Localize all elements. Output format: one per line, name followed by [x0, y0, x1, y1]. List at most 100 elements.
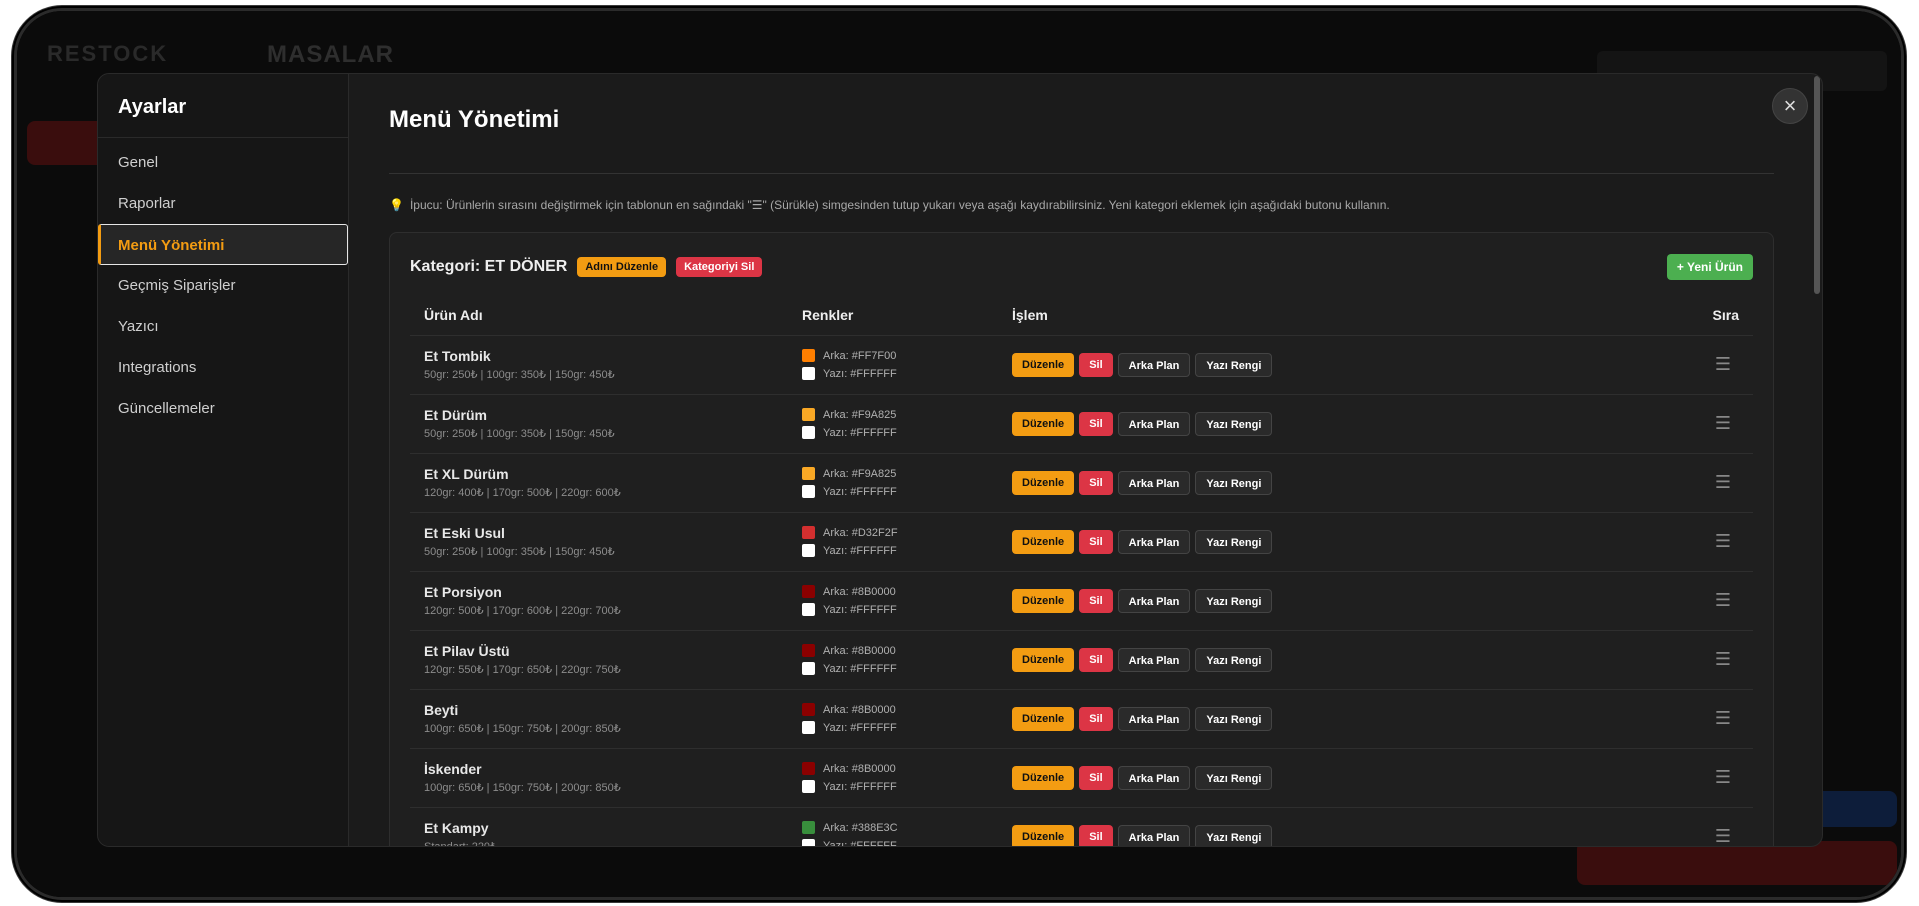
edit-product-button[interactable]: Düzenle — [1012, 706, 1075, 731]
table-row: Beyti 100gr: 650₺ | 150gr: 750₺ | 200gr:… — [410, 689, 1753, 749]
background-color-button[interactable]: Arka Plan — [1117, 352, 1191, 377]
text-color-button[interactable]: Yazı Rengi — [1195, 824, 1273, 846]
background-color-button[interactable]: Arka Plan — [1117, 706, 1191, 731]
text-color-label: Yazı: #FFFFFF — [823, 367, 897, 380]
drag-handle-icon[interactable]: ☰ — [1673, 689, 1753, 749]
text-color-label: Yazı: #FFFFFF — [823, 839, 897, 847]
edit-product-button[interactable]: Düzenle — [1012, 647, 1075, 672]
drag-handle-icon[interactable]: ☰ — [1673, 335, 1753, 395]
text-color-label: Yazı: #FFFFFF — [823, 662, 897, 675]
product-actions-cell: Düzenle Sil Arka Plan Yazı Rengi — [998, 394, 1673, 454]
product-name: Et Dürüm — [424, 407, 487, 423]
product-name: Et Kampy — [424, 820, 489, 836]
text-color-line: Yazı: #FFFFFF — [802, 365, 984, 383]
sidebar-item-5[interactable]: Integrations — [98, 347, 348, 388]
background-color-button[interactable]: Arka Plan — [1117, 765, 1191, 790]
sidebar-item-6[interactable]: Güncellemeler — [98, 388, 348, 429]
delete-category-button[interactable]: Kategoriyi Sil — [676, 257, 763, 277]
sidebar-item-1[interactable]: Raporlar — [98, 183, 348, 224]
delete-product-button[interactable]: Sil — [1079, 647, 1113, 672]
drag-handle-icon[interactable]: ☰ — [1673, 512, 1753, 572]
drag-handle-icon[interactable]: ☰ — [1673, 453, 1753, 513]
text-color-button[interactable]: Yazı Rengi — [1195, 765, 1273, 790]
product-name: Beyti — [424, 702, 459, 718]
products-table: Ürün Adı Renkler İşlem Sıra Et Tombik 50… — [410, 295, 1753, 846]
edit-product-button[interactable]: Düzenle — [1012, 588, 1075, 613]
delete-product-button[interactable]: Sil — [1079, 411, 1113, 436]
column-colors-header: Renkler — [788, 295, 998, 336]
text-color-swatch — [802, 485, 815, 498]
product-prices: Standart: 220₺ — [424, 840, 774, 846]
background-color-button[interactable]: Arka Plan — [1117, 824, 1191, 846]
rename-category-button[interactable]: Adını Düzenle — [577, 257, 667, 277]
bg-color-swatch — [802, 349, 815, 362]
text-color-line: Yazı: #FFFFFF — [802, 601, 984, 619]
text-color-line: Yazı: #FFFFFF — [802, 660, 984, 678]
drag-handle-icon[interactable]: ☰ — [1673, 807, 1753, 846]
edit-product-button[interactable]: Düzenle — [1012, 352, 1075, 377]
bg-color-line: Arka: #8B0000 — [802, 701, 984, 719]
product-prices: 50gr: 250₺ | 100gr: 350₺ | 150gr: 450₺ — [424, 546, 615, 558]
text-color-label: Yazı: #FFFFFF — [823, 426, 897, 439]
drag-handle-icon[interactable]: ☰ — [1673, 571, 1753, 631]
delete-product-button[interactable]: Sil — [1079, 765, 1113, 790]
delete-product-button[interactable]: Sil — [1079, 470, 1113, 495]
background-logo: RESTOCK — [47, 41, 169, 66]
product-actions-cell: Düzenle Sil Arka Plan Yazı Rengi — [998, 335, 1673, 395]
category-title: Kategori: ET DÖNER — [410, 258, 568, 275]
bg-color-swatch — [802, 644, 815, 657]
background-color-button[interactable]: Arka Plan — [1117, 647, 1191, 672]
text-color-button[interactable]: Yazı Rengi — [1195, 352, 1273, 377]
drag-handle-icon[interactable]: ☰ — [1673, 748, 1753, 808]
delete-product-button[interactable]: Sil — [1079, 824, 1113, 846]
background-color-button[interactable]: Arka Plan — [1117, 470, 1191, 495]
sidebar-item-2[interactable]: Menü Yönetimi — [98, 224, 348, 265]
text-color-swatch — [802, 426, 815, 439]
product-colors-cell: Arka: #FF7F00 Yazı: #FFFFFF — [788, 335, 998, 395]
text-color-button[interactable]: Yazı Rengi — [1195, 470, 1273, 495]
delete-product-button[interactable]: Sil — [1079, 706, 1113, 731]
background-color-button[interactable]: Arka Plan — [1117, 588, 1191, 613]
edit-product-button[interactable]: Düzenle — [1012, 529, 1075, 554]
product-actions-cell: Düzenle Sil Arka Plan Yazı Rengi — [998, 748, 1673, 808]
product-name-cell: Et Eski Usul 50gr: 250₺ | 100gr: 350₺ | … — [410, 512, 788, 572]
text-color-button[interactable]: Yazı Rengi — [1195, 647, 1273, 672]
edit-product-button[interactable]: Düzenle — [1012, 765, 1075, 790]
modal-scrollbar[interactable] — [1814, 76, 1820, 294]
sidebar-item-3[interactable]: Geçmiş Siparişler — [98, 265, 348, 306]
drag-handle-icon[interactable]: ☰ — [1673, 630, 1753, 690]
text-color-button[interactable]: Yazı Rengi — [1195, 588, 1273, 613]
drag-handle-icon[interactable]: ☰ — [1673, 394, 1753, 454]
delete-product-button[interactable]: Sil — [1079, 529, 1113, 554]
tip-label: İpucu: Ürünlerin sırasını değiştirmek iç… — [409, 198, 1390, 212]
table-row: Et Tombik 50gr: 250₺ | 100gr: 350₺ | 150… — [410, 335, 1753, 395]
product-colors-cell: Arka: #8B0000 Yazı: #FFFFFF — [788, 630, 998, 690]
bg-color-line: Arka: #8B0000 — [802, 760, 984, 778]
edit-product-button[interactable]: Düzenle — [1012, 824, 1075, 846]
product-actions-cell: Düzenle Sil Arka Plan Yazı Rengi — [998, 571, 1673, 631]
text-color-swatch — [802, 839, 815, 846]
sidebar-item-4[interactable]: Yazıcı — [98, 306, 348, 347]
background-red-button — [1577, 841, 1897, 885]
bg-color-swatch — [802, 408, 815, 421]
text-color-swatch — [802, 721, 815, 734]
device-frame: RESTOCK MASALAR Ayarlar Genel Raporlar Men… — [14, 8, 1904, 900]
new-product-button[interactable]: + Yeni Ürün — [1666, 254, 1753, 280]
product-actions-cell: Düzenle Sil Arka Plan Yazı Rengi — [998, 453, 1673, 513]
text-color-button[interactable]: Yazı Rengi — [1195, 411, 1273, 436]
close-icon[interactable]: × — [1772, 88, 1808, 124]
background-color-button[interactable]: Arka Plan — [1117, 529, 1191, 554]
product-prices: 50gr: 250₺ | 100gr: 350₺ | 150gr: 450₺ — [424, 369, 615, 381]
delete-product-button[interactable]: Sil — [1079, 352, 1113, 377]
text-color-button[interactable]: Yazı Rengi — [1195, 529, 1273, 554]
bg-color-line: Arka: #F9A825 — [802, 465, 984, 483]
edit-product-button[interactable]: Düzenle — [1012, 411, 1075, 436]
background-color-button[interactable]: Arka Plan — [1117, 411, 1191, 436]
product-name: Et Tombik — [424, 348, 491, 364]
bg-color-label: Arka: #D32F2F — [823, 526, 898, 539]
text-color-button[interactable]: Yazı Rengi — [1195, 706, 1273, 731]
bg-color-label: Arka: #8B0000 — [823, 585, 896, 598]
delete-product-button[interactable]: Sil — [1079, 588, 1113, 613]
sidebar-item-0[interactable]: Genel — [98, 142, 348, 183]
edit-product-button[interactable]: Düzenle — [1012, 470, 1075, 495]
